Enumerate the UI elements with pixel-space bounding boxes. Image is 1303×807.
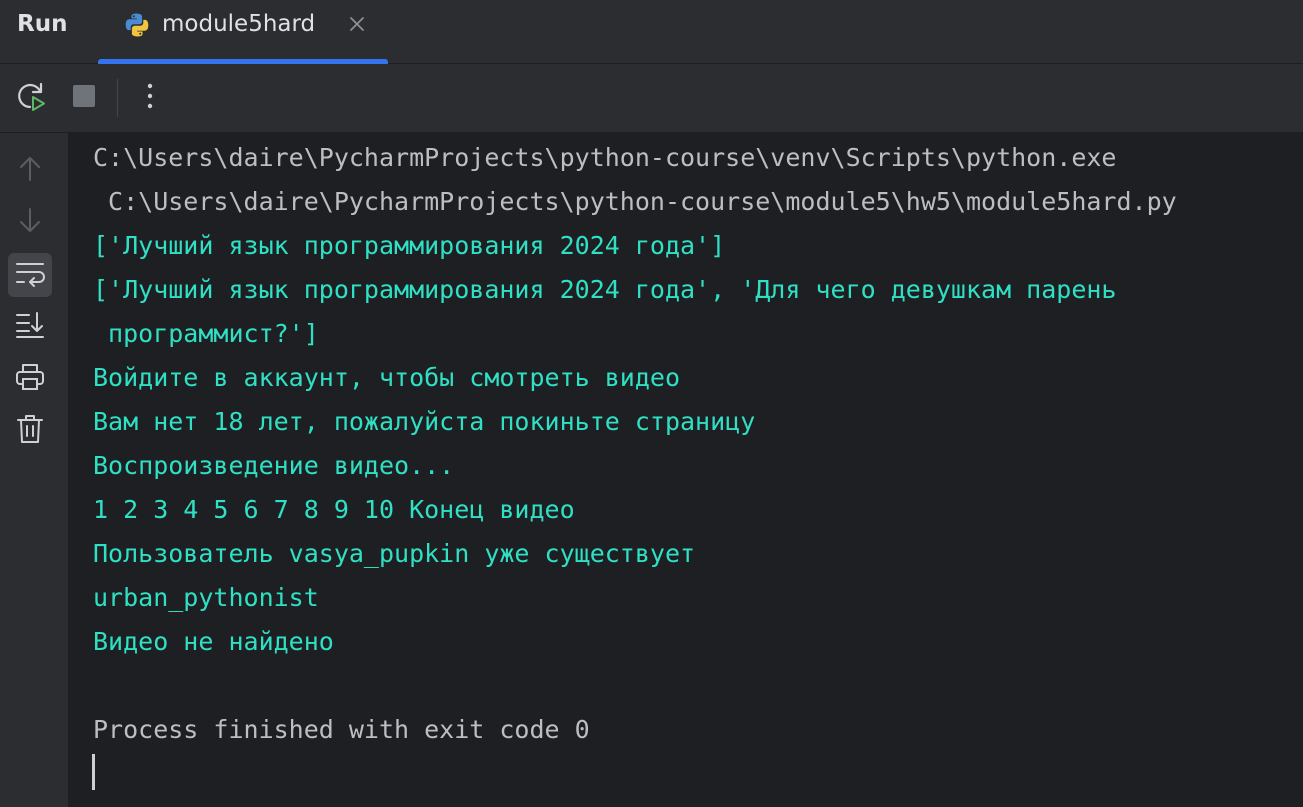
more-options-icon — [140, 81, 160, 115]
console-line: Войдите в аккаунт, чтобы смотреть видео — [93, 363, 680, 392]
close-icon[interactable] — [347, 14, 367, 34]
soft-wrap-icon — [15, 259, 45, 291]
scroll-to-end-button[interactable] — [8, 305, 52, 349]
console-output[interactable]: C:\Users\daire\PycharmProjects\python-co… — [68, 133, 1303, 807]
console-line: urban_pythonist — [93, 583, 319, 612]
console-line: Process finished with exit code 0 — [93, 715, 590, 744]
active-tab-indicator — [98, 59, 388, 64]
tab-label: module5hard — [162, 11, 316, 37]
trash-icon — [16, 414, 44, 448]
rerun-icon — [15, 80, 47, 116]
console-line: ['Лучший язык программирования 2024 года… — [93, 231, 726, 260]
more-options-button[interactable] — [133, 81, 167, 115]
console-line: C:\Users\daire\PycharmProjects\python-co… — [93, 143, 1117, 172]
console-line: Пользователь vasya_pupkin уже существует — [93, 539, 696, 568]
toolbar-separator — [117, 79, 118, 117]
rerun-button[interactable] — [14, 81, 48, 115]
print-icon — [15, 363, 45, 395]
console-line: программист?'] — [93, 319, 319, 348]
console-line: ['Лучший язык программирования 2024 года… — [93, 275, 1117, 304]
console-line: Воспроизведение видео... — [93, 451, 455, 480]
print-button[interactable] — [8, 357, 52, 401]
stop-button[interactable] — [67, 81, 101, 115]
run-title: Run — [17, 11, 68, 37]
down-arrow-icon — [16, 205, 44, 239]
soft-wrap-button[interactable] — [8, 253, 52, 297]
console-line: Вам нет 18 лет, пожалуйста покиньте стра… — [93, 407, 756, 436]
next-occurrence-button[interactable] — [8, 200, 52, 244]
up-arrow-icon — [16, 154, 44, 188]
clear-all-button[interactable] — [8, 409, 52, 453]
text-cursor — [92, 754, 95, 790]
console-side-toolbar — [0, 133, 68, 807]
console-line: C:\Users\daire\PycharmProjects\python-co… — [93, 187, 1177, 216]
console-line: 1 2 3 4 5 6 7 8 9 10 Конец видео — [93, 495, 575, 524]
run-toolbar — [0, 65, 1303, 133]
python-icon — [124, 12, 150, 38]
run-tool-window: Run module5hard C:\Users\daire\PycharmPr… — [0, 0, 1303, 807]
stop-icon — [72, 84, 96, 112]
previous-occurrence-button[interactable] — [8, 149, 52, 193]
scroll-to-end-icon — [15, 311, 45, 343]
tab-module5hard[interactable]: module5hard — [98, 0, 388, 64]
run-header: Run module5hard — [0, 0, 1303, 64]
console-line: Видео не найдено — [93, 627, 334, 656]
